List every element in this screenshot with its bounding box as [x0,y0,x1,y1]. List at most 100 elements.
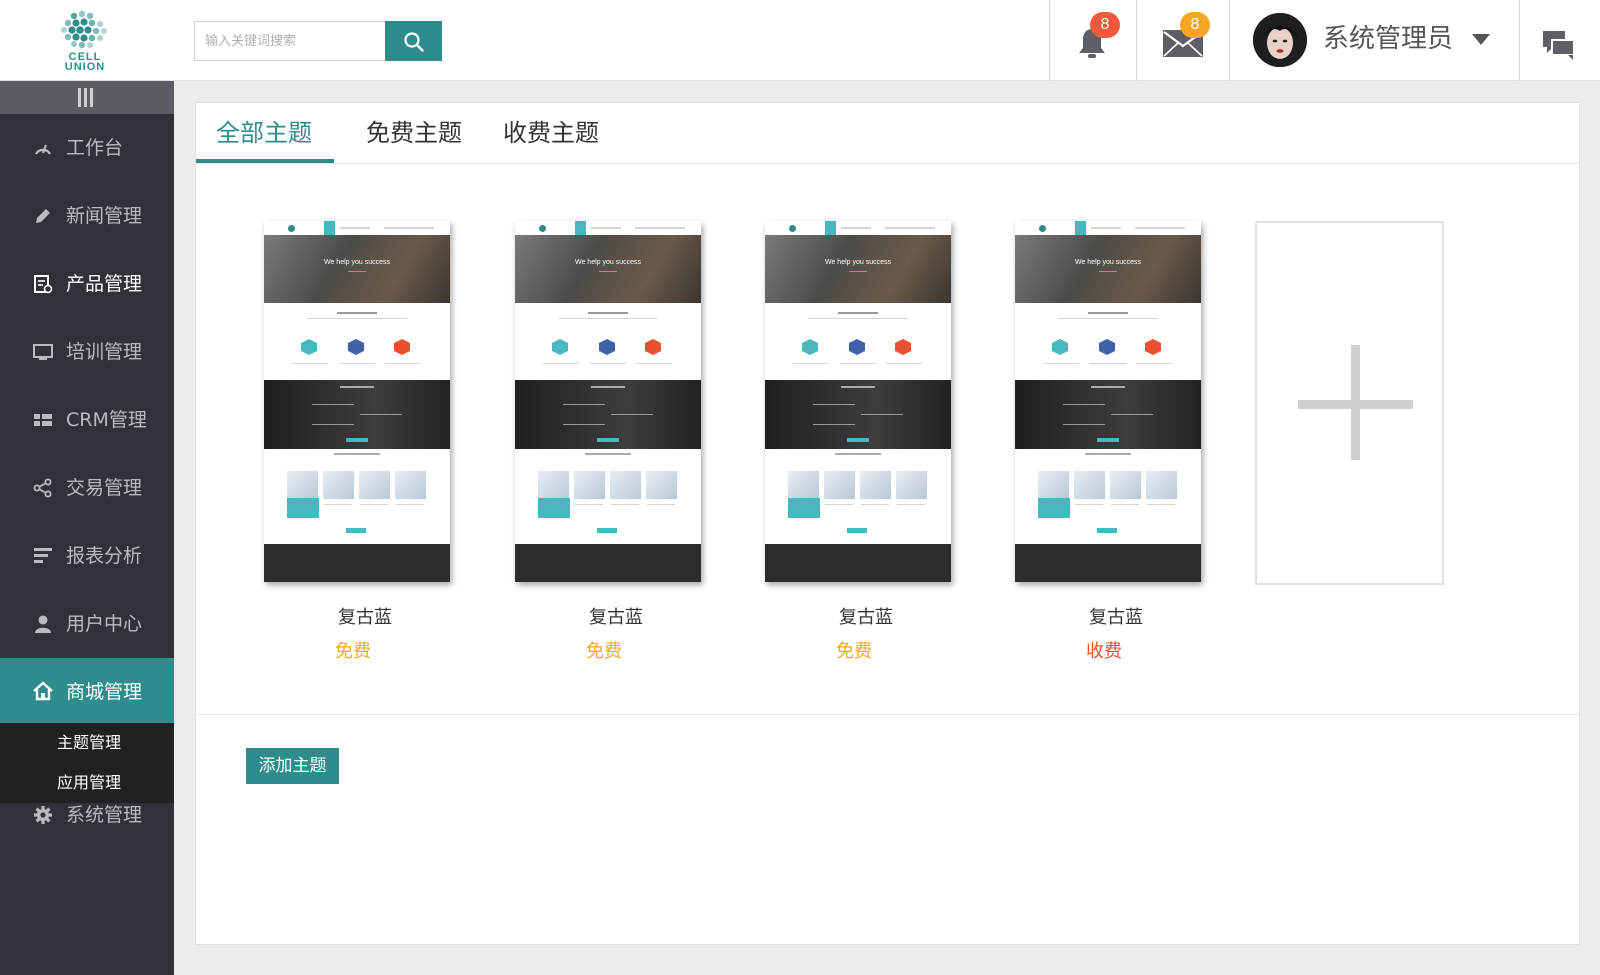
sidebar-item-workbench[interactable]: 工作台 [0,114,174,182]
toggle-bar [84,88,87,107]
thumbnail-news-item [813,424,855,425]
sidebar-item-products[interactable]: 产品管理 [0,250,174,318]
pencil-icon [36,209,50,223]
sidebar-toggle[interactable] [0,81,174,114]
thumbnail-footer [515,544,701,582]
thumbnail-product-text [1111,504,1139,505]
thumbnail-hero-text: We help you success [323,259,390,266]
thumbnail-product-text [861,504,889,505]
add-theme-card[interactable] [1255,221,1444,585]
thumbnail-logo [539,225,546,232]
thumbnail-product-image [359,471,390,499]
thumbnail-product-text [1075,504,1103,505]
avatar[interactable] [1253,13,1307,67]
theme-thumbnail[interactable]: We help you success [515,221,701,582]
thumbnail-news-section [264,380,450,449]
sidebar: 工作台 新闻管理 产品管理 培训管理 CRM管理 交易管理 报表分析 用户中心 … [0,81,174,975]
thumbnail-news-item [813,404,855,405]
thumbnail-news-item [1111,414,1153,415]
user-name[interactable]: 系统管理员 [1323,22,1453,56]
thumbnail-product-image [287,471,318,499]
thumbnail-hero: We help you success [1015,235,1201,303]
thumbnail-hex-icon [1052,339,1068,355]
tab-all-themes[interactable]: 全部主题 [216,117,312,149]
thumbnail-news-title [340,386,374,388]
sidebar-item-reports[interactable]: 报表分析 [0,522,174,590]
submenu-item-apps[interactable]: 应用管理 [57,772,121,794]
thumbnail-product-highlight [1038,498,1070,518]
search-input[interactable] [194,21,386,61]
thumbnail-nav-links [591,227,621,229]
thumbnail-hex-icon [1145,339,1161,355]
sidebar-item-news[interactable]: 新闻管理 [0,182,174,250]
thumbnail-news-item [312,404,354,405]
sidebar-item-user-center[interactable]: 用户中心 [0,590,174,658]
thumbnail-news-item [1063,404,1105,405]
thumbnail-hero-text: We help you success [1074,259,1141,266]
thumbnail-product-text [396,504,424,505]
thumbnail-hex-icon [301,339,317,355]
product-icon [34,275,53,294]
tab-paid-themes[interactable]: 收费主题 [503,117,599,149]
sidebar-item-label: 报表分析 [66,545,143,567]
toggle-bar [78,88,81,107]
plus-icon-vertical [1351,345,1360,460]
header-divider [1519,0,1520,81]
thumbnail-news-section [515,380,701,449]
thumbnail-hex-icon [348,339,364,355]
thumbnail-nav-links [340,227,370,229]
header-divider [1049,0,1050,81]
share-icon [33,478,52,498]
sidebar-item-crm[interactable]: CRM管理 [0,386,174,454]
theme-thumbnail[interactable]: We help you success [765,221,951,582]
thumbnail-product-text [324,504,352,505]
thumbnail-hex-icon [552,339,568,355]
thumbnail-product-highlight [287,498,319,518]
message-badge[interactable]: 8 [1180,12,1210,38]
chat-icon[interactable] [1542,28,1576,62]
panel-divider [196,714,1579,715]
report-icon [34,548,52,563]
thumbnail-feature-text [385,363,421,364]
sidebar-item-mall[interactable]: 商城管理 [0,658,174,723]
thumbnail-feature-text [1090,363,1126,364]
thumbnail-hero-text: We help you success [824,259,891,266]
caret-down-icon[interactable] [1472,34,1490,45]
user-icon [35,615,51,633]
thumbnail-section-text [808,318,908,319]
notification-badge[interactable]: 8 [1090,12,1120,38]
thumbnail-feature-text [1136,363,1172,364]
submenu-item-themes[interactable]: 主题管理 [57,732,121,754]
logo-text-line2: UNION [64,61,106,73]
theme-name: 复古蓝 [839,607,893,628]
cell-union-logo[interactable]: CELL UNION [52,8,118,74]
home-icon [33,681,53,701]
thumbnail-nav-links [885,227,935,229]
sidebar-item-trade[interactable]: 交易管理 [0,454,174,522]
thumbnail-product-text [575,504,603,505]
sidebar-item-label: 系统管理 [66,804,143,826]
thumbnail-hex-icon [802,339,818,355]
thumbnail-news-button [597,438,619,442]
sidebar-item-system[interactable]: 系统管理 [0,797,174,865]
tab-free-themes[interactable]: 免费主题 [366,117,462,149]
thumbnail-hero: We help you success [264,235,450,303]
thumbnail-section-title [838,312,878,314]
thumbnail-news-button [1097,438,1119,442]
theme-thumbnail[interactable]: We help you success [1015,221,1201,582]
thumbnail-product-text [611,504,639,505]
add-theme-button[interactable]: 添加主题 [246,748,339,784]
thumbnail-footer [1015,544,1201,582]
search-button[interactable] [385,21,442,61]
sidebar-item-label: 商城管理 [66,681,143,703]
thumbnail-feature-text [1043,363,1079,364]
sidebar-item-training[interactable]: 培训管理 [0,318,174,386]
sidebar-item-label: 用户中心 [66,613,143,635]
thumbnail-hero-rule [849,271,867,272]
thumbnail-nav-links [635,227,685,229]
theme-thumbnail[interactable]: We help you success [264,221,450,582]
sidebar-item-label: 产品管理 [66,273,143,295]
thumbnail-logo [1039,225,1046,232]
thumbnail-products-title [1085,453,1131,455]
thumbnail-section-title [337,312,377,314]
